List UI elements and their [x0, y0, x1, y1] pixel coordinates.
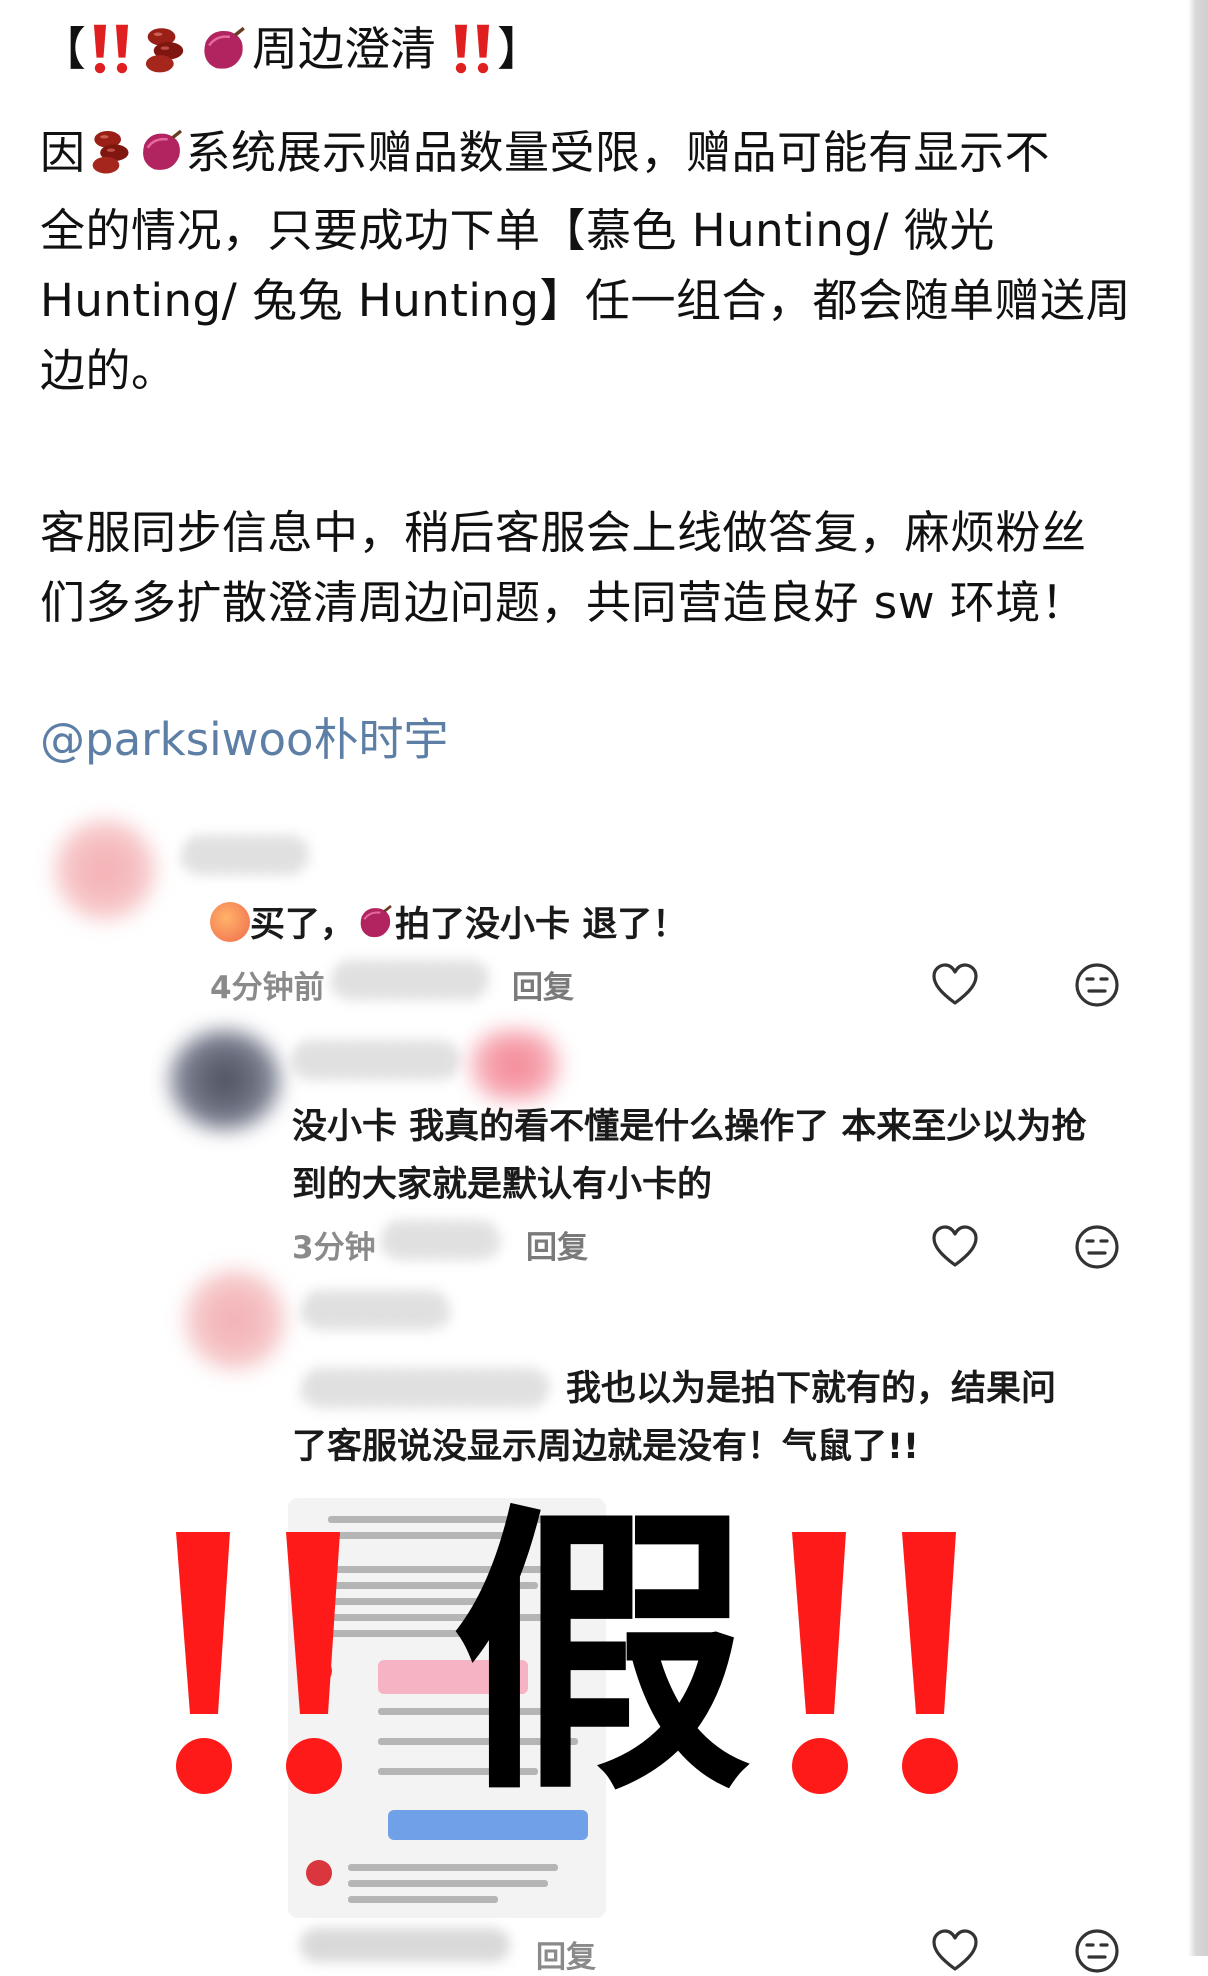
- title-text: 周边澄清: [252, 22, 436, 76]
- paragraph-line: 客服同步信息中，稍后客服会上线做答复，麻烦粉丝: [40, 506, 1087, 559]
- comment-line: 我也以为是拍下就有的，结果问: [566, 1369, 1057, 1409]
- title-close-bracket: 】: [497, 22, 543, 76]
- title-open-bracket: 【: [40, 22, 86, 76]
- comment-time: 4分钟前: [210, 970, 325, 1006]
- beans-icon: [86, 126, 136, 196]
- paragraph-line: 因 系统展示赠品数量受限，赠品可能有显示不: [40, 118, 1150, 196]
- comment-time: 3分钟: [292, 1230, 376, 1266]
- avatar[interactable]: [170, 1030, 280, 1130]
- neutral-face-icon[interactable]: [1072, 1222, 1122, 1272]
- blurred-username: [300, 1290, 450, 1330]
- reply-button[interactable]: 回复: [512, 962, 574, 1007]
- post-paragraph-1: 因 系统展示赠品数量受限，赠品可能有显示不 全的情况，只要成功下单【慕色 Hunt…: [40, 118, 1150, 406]
- post-paragraph-2: 客服同步信息中，稍后客服会上线做答复，麻烦粉丝 们多多扩散澄清周边问题，共同营造…: [40, 498, 1150, 638]
- blurred-location: [380, 1220, 500, 1260]
- user-mention-link[interactable]: @parksiwoo朴时宇: [40, 705, 449, 775]
- paragraph-line: 们多多扩散澄清周边问题，共同营造良好 sw 环境！: [40, 576, 1087, 629]
- blurred-sticker: [470, 1030, 560, 1100]
- sweet-potato-icon: [355, 902, 395, 960]
- comment-text-part: 拍了没小卡 退了！: [395, 905, 688, 945]
- screen-edge-shadow: [1188, 0, 1208, 1956]
- sweet-potato-icon: [197, 23, 249, 75]
- reply-button[interactable]: 回复: [526, 1222, 588, 1267]
- beans-icon: [139, 23, 191, 75]
- comment-text: 没小卡 我真的看不懂是什么操作了 本来至少以为抢 到的大家就是默认有小卡的: [292, 1098, 1152, 1214]
- comment-line: 了客服说没显示周边就是没有！气鼠了!!: [292, 1427, 919, 1467]
- comment-text-part: 买了，: [250, 905, 356, 945]
- blurred-username: [180, 835, 310, 875]
- double-exclamation-icon: [176, 1532, 342, 1794]
- blurred-location: [300, 1928, 510, 1962]
- avatar[interactable]: [185, 1270, 285, 1370]
- paragraph-line: 全的情况，只要成功下单【慕色 Hunting/ 微光: [40, 204, 995, 257]
- neutral-face-icon[interactable]: [1072, 1926, 1122, 1976]
- double-exclamation-icon: [89, 23, 133, 75]
- double-exclamation-icon: [450, 23, 494, 75]
- paragraph-line: 边的。: [40, 344, 177, 397]
- blurred-username: [290, 1040, 460, 1080]
- comment-line: 到的大家就是默认有小卡的: [292, 1165, 713, 1205]
- paragraph-text: 系统展示赠品数量受限，赠品可能有显示不: [185, 126, 1051, 179]
- comment-line: 没小卡 我真的看不懂是什么操作了 本来至少以为抢: [292, 1107, 1087, 1147]
- comment-text: 买了， 拍了没小卡 退了！: [210, 896, 687, 960]
- paragraph-lead: 因: [40, 126, 86, 179]
- blurred-username: [300, 1368, 550, 1408]
- heart-icon[interactable]: [930, 1926, 980, 1976]
- double-exclamation-icon: [792, 1532, 958, 1794]
- neutral-face-icon[interactable]: [1072, 960, 1122, 1010]
- blurred-location: [330, 960, 490, 1000]
- peach-icon: [210, 902, 250, 942]
- overlay-fake-character: 假: [451, 1481, 751, 1830]
- paragraph-line: Hunting/ 兔兔 Hunting】任一组合，都会随单赠送周: [40, 274, 1131, 327]
- reply-button[interactable]: 回复: [536, 1932, 596, 1976]
- heart-icon[interactable]: [930, 960, 980, 1010]
- sweet-potato-icon: [136, 126, 186, 196]
- avatar[interactable]: [55, 820, 155, 920]
- heart-icon[interactable]: [930, 1222, 980, 1272]
- post-title: 【 周边澄清 】: [40, 14, 543, 84]
